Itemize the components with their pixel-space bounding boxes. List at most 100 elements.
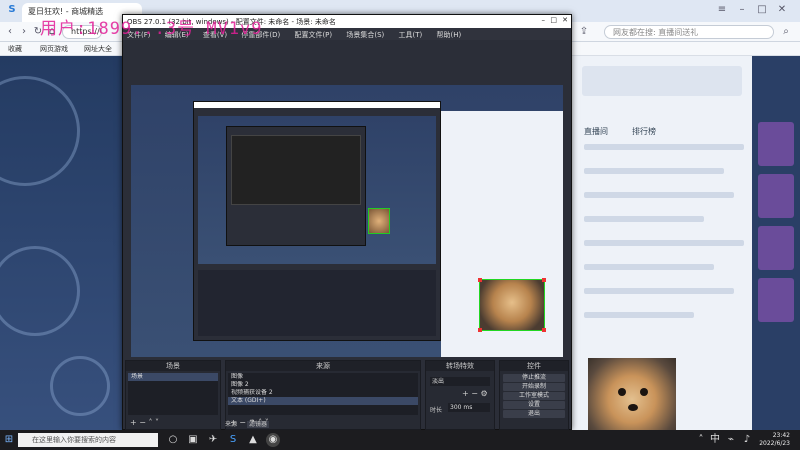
windows-taskbar: ⊞ 在这里输入你要搜索的内容 ○ ▣ ✈ S ▲ ◉ ˄ 中 ⌁ ♪ 23:42…	[0, 430, 800, 450]
promo-card[interactable]	[758, 174, 794, 218]
taskbar-app-icon[interactable]: ✈	[206, 433, 220, 447]
content-line	[584, 192, 734, 198]
search-icon[interactable]: ⌕	[780, 26, 792, 38]
transition-add-icon[interactable]: + − ⚙	[462, 389, 488, 398]
start-icon[interactable]: ⊞	[2, 433, 16, 447]
captured-docks	[198, 270, 436, 336]
transitions-dock-title: 转场特效	[426, 361, 494, 371]
settings-button[interactable]: 设置	[503, 401, 565, 409]
scenes-list: 场景	[128, 373, 218, 415]
content-line	[584, 168, 724, 174]
obs-maximize-icon[interactable]: □	[550, 16, 557, 24]
browser-search-input[interactable]: 网友都在搜: 直播间送礼	[604, 25, 774, 39]
decoration-ring	[0, 76, 80, 186]
obs-status-bar: 来源 滤镜器	[225, 419, 269, 428]
content-line	[584, 264, 714, 270]
source-item[interactable]: 视频捕获设备 2	[228, 389, 418, 397]
start-recording-button[interactable]: 开始录制	[503, 383, 565, 391]
hot-rank: 排行榜	[632, 127, 656, 136]
tray-up-icon[interactable]: ˄	[694, 433, 708, 447]
preview-webcam-source[interactable]	[478, 278, 546, 332]
source-item[interactable]: 文本 (GDI+)	[228, 397, 418, 405]
promo-card[interactable]	[758, 122, 794, 166]
source-item[interactable]: 图像 2	[228, 381, 418, 389]
share-icon[interactable]: ⇪	[578, 26, 590, 38]
clock-time: 23:42	[772, 432, 790, 439]
obs-preview-canvas[interactable]	[131, 85, 563, 357]
minimize-icon[interactable]: –	[736, 4, 748, 16]
promo-card[interactable]	[758, 226, 794, 270]
duration-input[interactable]: 300 ms	[448, 403, 490, 412]
content-line	[584, 144, 744, 150]
taskbar-clock[interactable]: 23:42 2022/6/23	[750, 432, 790, 448]
taskbar-search-input[interactable]: 在这里输入你要搜索的内容	[18, 433, 158, 447]
user-toolbar	[582, 66, 742, 96]
maximize-icon[interactable]: □	[756, 4, 768, 16]
bookmark-item[interactable]: 网页游戏	[40, 44, 68, 54]
menu-tools[interactable]: 工具(T)	[399, 31, 423, 39]
browser-logo-icon: S	[8, 4, 16, 15]
transitions-dock: 转场特效 淡出 + − ⚙ 时长 300 ms	[425, 360, 495, 430]
close-icon[interactable]: ✕	[776, 4, 788, 16]
decoration-ring	[50, 356, 110, 416]
dog-eye	[618, 388, 626, 396]
scene-item[interactable]: 场景	[128, 373, 218, 381]
menu-help[interactable]: 帮助(H)	[437, 31, 462, 39]
bookmark-item[interactable]: 网址大全	[84, 44, 112, 54]
obs-preview-area	[123, 40, 571, 370]
website-left-banner	[0, 56, 122, 430]
decoration-ring	[0, 246, 80, 336]
duration-label: 时长	[430, 407, 443, 414]
scenes-dock: 场景 场景 + − ˄ ˅	[125, 360, 221, 430]
status-tab-filters[interactable]: 滤镜器	[246, 421, 269, 428]
captured-obs-inner	[226, 126, 366, 246]
hot-title: 直播间	[584, 127, 608, 136]
stop-streaming-button[interactable]: 停止推流	[503, 374, 565, 382]
browser-search-placeholder: 网友都在搜: 直播间送礼	[613, 28, 699, 37]
captured-title	[194, 102, 440, 108]
sources-dock-title: 来源	[226, 361, 420, 371]
website-side-rail	[752, 56, 800, 430]
taskbar-obs-icon[interactable]: ◉	[266, 433, 280, 447]
sources-list: 图像 图像 2 视频捕获设备 2 文本 (GDI+)	[228, 373, 418, 415]
captured-preview-inner	[231, 135, 361, 205]
promo-card[interactable]	[758, 278, 794, 322]
resize-handle	[478, 328, 482, 332]
resize-handle	[542, 328, 546, 332]
content-line	[584, 288, 734, 294]
network-icon[interactable]: ⌁	[724, 433, 738, 447]
menu-scene-collection[interactable]: 场景集合(S)	[346, 31, 384, 39]
bookmark-item[interactable]: 收藏	[8, 44, 22, 54]
scene-add-icon[interactable]: + − ˄ ˅	[130, 418, 159, 427]
captured-dog-small	[368, 208, 390, 234]
forward-icon[interactable]: ›	[18, 26, 30, 38]
stream-watermark: 用户:1899...3号 MV1v9	[40, 19, 263, 39]
clock-date: 2022/6/23	[759, 440, 790, 447]
dog-eye	[640, 388, 648, 396]
controls-dock-title: 控件	[500, 361, 568, 371]
menu-icon[interactable]: ≡	[716, 4, 728, 16]
exit-button[interactable]: 退出	[503, 410, 565, 418]
obs-window: OBS 27.0.1 (32 bit, windows) - 配置文件: 未命名…	[122, 14, 572, 430]
content-line	[584, 240, 744, 246]
back-icon[interactable]: ‹	[4, 26, 16, 38]
obs-minimize-icon[interactable]: –	[542, 16, 546, 24]
tray-lang[interactable]: 中	[708, 433, 722, 447]
taskbar-search-placeholder: 在这里输入你要搜索的内容	[32, 436, 116, 444]
obs-close-icon[interactable]: ✕	[562, 16, 568, 24]
captured-obs	[193, 101, 441, 341]
menu-profile[interactable]: 配置文件(P)	[294, 31, 332, 39]
resize-handle	[478, 278, 482, 282]
taskbar-browser-icon[interactable]: S	[226, 433, 240, 447]
source-item[interactable]: 图像	[228, 373, 418, 381]
resize-handle	[542, 278, 546, 282]
task-view-icon[interactable]: ○	[166, 433, 180, 447]
studio-mode-button[interactable]: 工作室模式	[503, 392, 565, 400]
content-line	[584, 216, 704, 222]
status-tab-sources[interactable]: 来源	[225, 421, 237, 428]
taskbar-app-icon[interactable]: ▲	[246, 433, 260, 447]
dog-nose	[628, 404, 638, 411]
controls-dock: 控件 停止推流 开始录制 工作室模式 设置 退出	[499, 360, 569, 430]
transition-select[interactable]: 淡出	[430, 377, 490, 386]
taskbar-app-icon[interactable]: ▣	[186, 433, 200, 447]
